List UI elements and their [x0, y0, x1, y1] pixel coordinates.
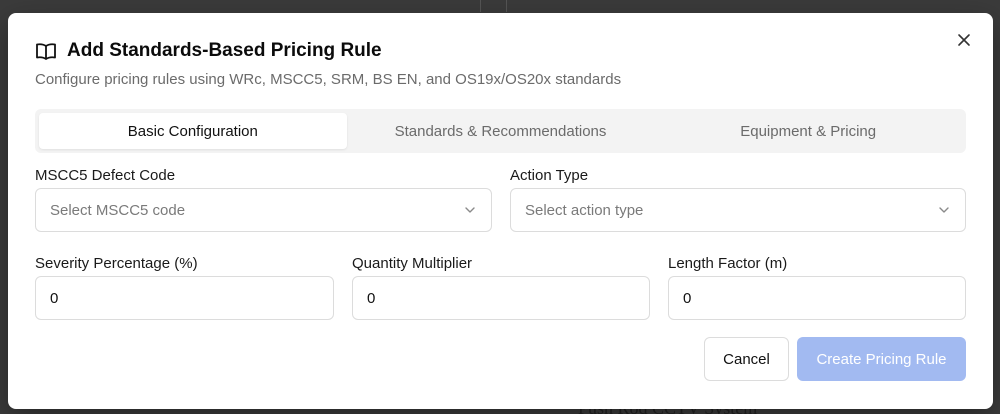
tab-list: Basic Configuration Standards & Recommen… [35, 109, 966, 153]
chevron-down-icon [937, 203, 951, 217]
create-pricing-rule-button[interactable]: Create Pricing Rule [797, 337, 966, 381]
dialog-title: Add Standards-Based Pricing Rule [67, 40, 382, 61]
action-type-label: Action Type [510, 167, 589, 184]
mscc5-code-placeholder: Select MSCC5 code [50, 201, 186, 219]
quantity-input[interactable]: 0 [352, 276, 650, 320]
action-type-placeholder: Select action type [525, 201, 644, 219]
quantity-value: 0 [367, 289, 376, 307]
tab-basic-configuration[interactable]: Basic Configuration [39, 113, 347, 149]
chevron-down-icon [463, 203, 477, 217]
cancel-button[interactable]: Cancel [704, 337, 789, 381]
length-label: Length Factor (m) [668, 255, 788, 272]
close-icon [958, 34, 970, 46]
background-divider [480, 0, 481, 12]
action-type-select[interactable]: Select action type [510, 188, 966, 232]
book-open-icon [35, 41, 57, 61]
dialog-subtitle: Configure pricing rules using WRc, MSCC5… [35, 71, 622, 88]
severity-value: 0 [50, 289, 59, 307]
length-value: 0 [683, 289, 692, 307]
severity-input[interactable]: 0 [35, 276, 334, 320]
length-input[interactable]: 0 [668, 276, 966, 320]
dialog-header: Add Standards-Based Pricing Rule [35, 40, 382, 62]
background-divider [506, 0, 507, 12]
close-button[interactable] [955, 31, 973, 49]
tab-equipment-pricing[interactable]: Equipment & Pricing [654, 113, 962, 149]
pricing-rule-dialog: Add Standards-Based Pricing Rule Configu… [8, 13, 993, 409]
quantity-label: Quantity Multiplier [352, 255, 473, 272]
tab-standards-recommendations[interactable]: Standards & Recommendations [347, 113, 655, 149]
mscc5-code-label: MSCC5 Defect Code [35, 167, 176, 184]
severity-label: Severity Percentage (%) [35, 255, 198, 272]
mscc5-code-select[interactable]: Select MSCC5 code [35, 188, 492, 232]
